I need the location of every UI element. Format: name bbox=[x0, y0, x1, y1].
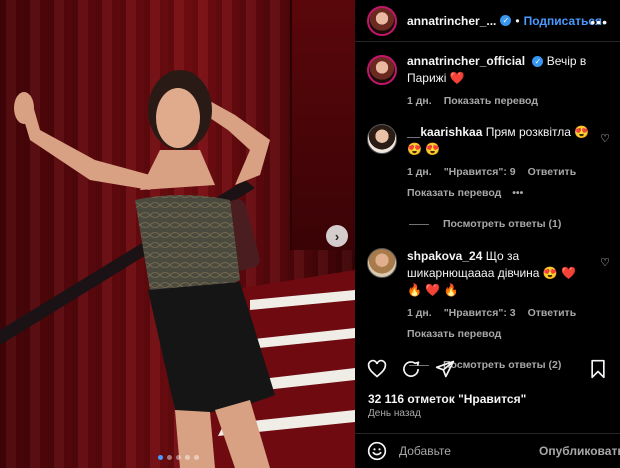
author-avatar[interactable] bbox=[367, 5, 397, 36]
caption-username[interactable]: annatrincher_official bbox=[407, 54, 525, 68]
comments-list: annatrincher_official ✓ Вечір в Парижі ❤… bbox=[355, 53, 620, 371]
comment-text: Прям розквітла bbox=[485, 125, 571, 139]
share-icon[interactable] bbox=[435, 359, 455, 379]
comment-item: shpakova_24 Що за шикарнющаааа дівчина 😍… bbox=[355, 248, 620, 343]
author-avatar[interactable] bbox=[367, 55, 397, 85]
post-actions bbox=[367, 356, 608, 382]
next-image-button[interactable]: › bbox=[326, 225, 348, 247]
comment-username[interactable]: shpakova_24 bbox=[407, 249, 482, 263]
commenter-avatar[interactable] bbox=[367, 124, 397, 154]
carousel-indicators bbox=[158, 455, 199, 460]
chevron-right-icon: › bbox=[334, 228, 340, 244]
likes-count[interactable]: 32 116 отметок "Нравится" bbox=[368, 392, 526, 406]
translate-link[interactable]: Показать перевод bbox=[407, 187, 501, 199]
caption: annatrincher_official ✓ Вечір в Парижі ❤… bbox=[355, 53, 620, 110]
verified-icon: ✓ bbox=[532, 56, 544, 68]
comment-meta: 1 дн. "Нравится": 9 Ответить bbox=[407, 164, 592, 181]
emoji-icon[interactable] bbox=[367, 441, 387, 461]
comment-body: shpakova_24 Що за шикарнющаааа дівчина 😍… bbox=[407, 248, 592, 343]
post-date: День назад bbox=[368, 408, 421, 419]
more-icon[interactable]: ••• bbox=[590, 14, 608, 30]
comment-time[interactable]: 1 дн. bbox=[407, 164, 432, 181]
publish-button[interactable]: Опубликовать bbox=[539, 444, 620, 458]
verified-icon: ✓ bbox=[500, 15, 512, 26]
comment-username[interactable]: __kaarishkaa bbox=[407, 125, 482, 139]
comment-meta: 1 дн. "Нравится": 3 Ответить bbox=[407, 305, 592, 322]
caption-emoji: ❤️ bbox=[449, 71, 465, 85]
photo-scene bbox=[0, 70, 355, 468]
post-sidebar: annatrincher_... ✓ • Подписаться ••• ann… bbox=[355, 0, 620, 468]
post-image[interactable]: › bbox=[0, 0, 355, 468]
bookmark-icon[interactable] bbox=[588, 359, 608, 379]
comment-translate: Показать перевод bbox=[407, 326, 592, 343]
replies-line bbox=[409, 223, 429, 225]
caption-body: annatrincher_official ✓ Вечір в Парижі ❤… bbox=[407, 53, 592, 110]
comment-time[interactable]: 1 дн. bbox=[407, 305, 432, 322]
comment-body: __kaarishkaa Прям розквітла 😍 😍 😍 1 дн. … bbox=[407, 124, 592, 202]
heart-icon[interactable] bbox=[367, 359, 387, 379]
reply-button[interactable]: Ответить bbox=[528, 164, 577, 181]
separator-dot: • bbox=[515, 13, 520, 28]
comment-icon[interactable] bbox=[401, 359, 421, 379]
author-username[interactable]: annatrincher_... bbox=[407, 14, 496, 28]
carousel-dot bbox=[194, 455, 199, 460]
comment-item: __kaarishkaa Прям розквітла 😍 😍 😍 1 дн. … bbox=[355, 124, 620, 202]
comment-like-heart-icon[interactable]: ♡ bbox=[600, 132, 610, 145]
carousel-dot bbox=[158, 455, 163, 460]
post-header: annatrincher_... ✓ • Подписаться ••• bbox=[355, 0, 620, 42]
comment-translate: Показать перевод ••• bbox=[407, 185, 592, 202]
comment-input[interactable] bbox=[399, 444, 539, 458]
comment-likes[interactable]: "Нравится": 9 bbox=[444, 164, 516, 181]
comment-like-heart-icon[interactable]: ♡ bbox=[600, 256, 610, 269]
caption-time[interactable]: 1 дн. bbox=[407, 93, 432, 110]
translate-link[interactable]: Показать перевод bbox=[444, 93, 538, 110]
comment-likes[interactable]: "Нравится": 3 bbox=[444, 305, 516, 322]
carousel-dot bbox=[185, 455, 190, 460]
commenter-avatar[interactable] bbox=[367, 248, 397, 278]
comment-options-icon[interactable]: ••• bbox=[512, 187, 523, 199]
view-replies-label: Посмотреть ответы (1) bbox=[443, 218, 562, 230]
caption-meta: 1 дн. Показать перевод bbox=[407, 93, 592, 110]
reply-button[interactable]: Ответить bbox=[528, 305, 577, 322]
carousel-dot bbox=[167, 455, 172, 460]
translate-link[interactable]: Показать перевод bbox=[407, 328, 501, 340]
comment-composer: Опубликовать bbox=[355, 433, 620, 468]
view-replies-button[interactable]: Посмотреть ответы (1) bbox=[409, 218, 620, 230]
person bbox=[14, 70, 275, 468]
carousel-dot bbox=[176, 455, 181, 460]
